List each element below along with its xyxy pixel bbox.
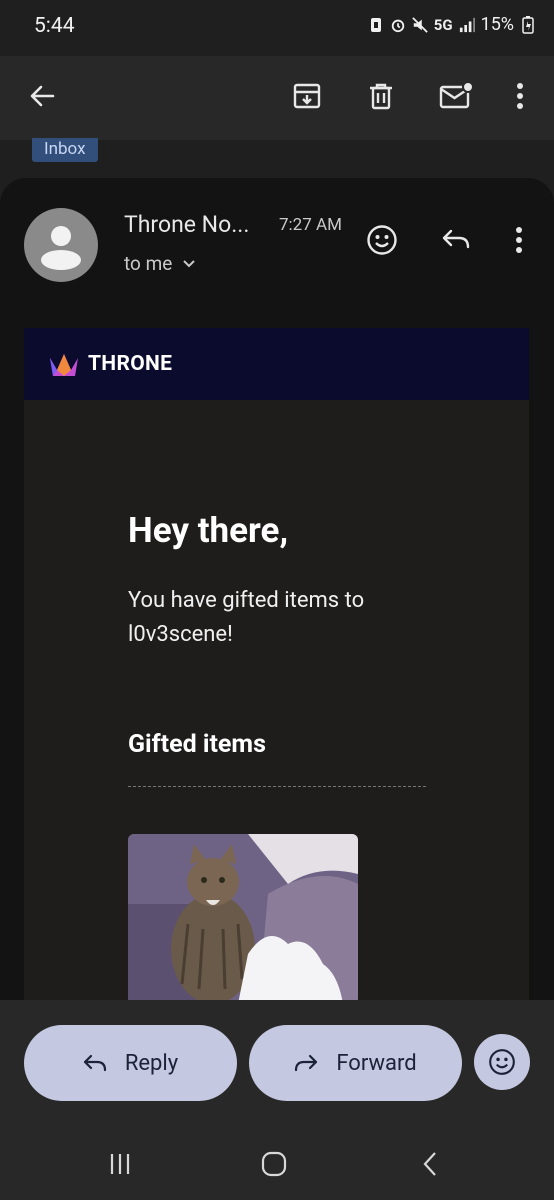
avatar[interactable] [24,208,98,282]
battery-saver-icon [370,17,381,32]
chevron-left-icon [423,1152,436,1176]
status-icons: 5G 15% [368,14,536,35]
forward-icon [295,1054,318,1072]
emoji-react-button[interactable] [360,218,404,262]
smiley-icon [489,1049,515,1075]
cat-photo [128,834,358,1000]
brand-header: THRONE [24,328,529,400]
reply-icon [83,1054,106,1072]
more-vert-icon [516,227,522,253]
recipient-details[interactable]: to me [124,252,196,275]
mute-icon [411,16,428,33]
reply-button[interactable]: Reply [24,1025,237,1101]
mark-unread-button[interactable] [432,72,480,120]
recent-apps-button[interactable] [98,1144,142,1184]
recipient-label: to me [124,252,173,275]
home-button[interactable] [252,1144,296,1184]
battery-icon [522,15,534,34]
throne-logo-icon [50,354,78,376]
inbox-label[interactable]: Inbox [32,138,98,162]
message-more-button[interactable] [497,218,541,262]
trash-icon [370,83,392,110]
email-body: THRONE Hey there, You have gifted items … [24,328,529,1000]
status-time: 5:44 [34,14,75,38]
gift-message: You have gifted items to l0v3scene! [128,588,365,647]
back-arrow-icon [30,85,55,107]
more-options-button[interactable] [496,72,544,120]
archive-icon [293,83,321,109]
network-indicator: 5G [433,15,453,34]
reply-label: Reply [124,1050,179,1076]
greeting-heading: Hey there, [128,510,289,551]
sender-name[interactable]: Throne No... [124,211,266,238]
chevron-down-icon [183,259,196,267]
smiley-icon [367,225,397,255]
brand-name: THRONE [88,352,173,376]
recents-icon [110,1154,130,1174]
person-icon [41,226,81,270]
forward-label: Forward [336,1050,417,1076]
app-bar [0,56,554,140]
mark-unread-icon [439,81,473,109]
reply-icon [442,229,470,249]
emoji-button[interactable] [474,1034,530,1090]
gifted-items-heading: Gifted items [128,730,266,759]
battery-percent: 15% [480,14,514,35]
forward-button[interactable]: Forward [249,1025,462,1101]
reply-icon-button[interactable] [434,218,478,262]
system-back-button[interactable] [408,1144,452,1184]
gifted-item-image[interactable] [128,834,358,1000]
divider [128,786,426,787]
more-vert-icon [517,83,523,109]
delete-button[interactable] [357,72,405,120]
back-button[interactable] [18,72,66,120]
signal-icon [459,17,475,32]
home-icon [261,1151,287,1177]
archive-button[interactable] [283,72,331,120]
alarm-icon [391,19,404,32]
message-time: 7:27 AM [279,215,342,235]
